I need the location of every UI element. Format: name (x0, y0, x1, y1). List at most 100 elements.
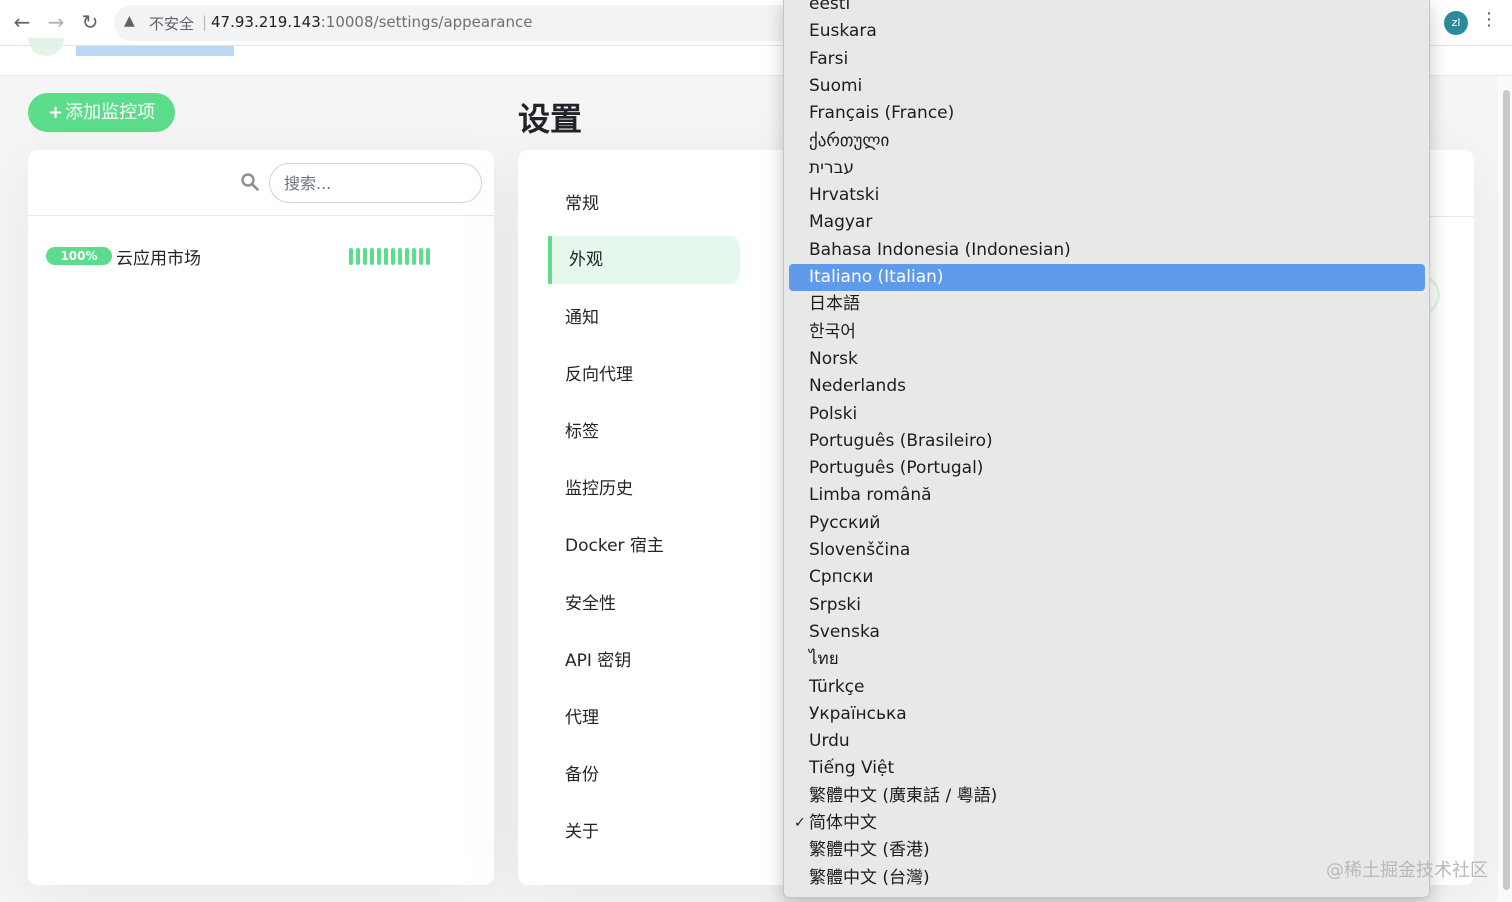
language-option-label: Português (Portugal) (809, 458, 984, 479)
plus-icon: + (48, 102, 64, 123)
language-option-label: Suomi (809, 75, 863, 96)
settings-menu-item[interactable]: 常规 (548, 180, 740, 228)
language-option[interactable]: Norsk (789, 346, 1425, 373)
heartbeat-up (363, 248, 367, 265)
settings-menu-item[interactable]: 外观 (548, 236, 740, 284)
settings-menu-item[interactable]: Docker 宿主 (548, 522, 740, 570)
language-option-label: 繁體中文 (台灣) (809, 867, 930, 888)
language-option[interactable]: Polski (789, 401, 1425, 428)
heartbeat-up (377, 248, 381, 265)
language-option[interactable]: Urdu (789, 728, 1425, 755)
language-option[interactable]: 简体中文 ✓ (789, 810, 1425, 837)
language-option-label: Urdu (809, 731, 850, 752)
search-icon[interactable] (240, 172, 260, 192)
heartbeat-up (384, 248, 388, 265)
add-monitor-label: 添加监控项 (65, 102, 156, 123)
profile-avatar[interactable]: zl (1444, 11, 1468, 35)
language-option-label: 繁體中文 (香港) (809, 840, 930, 861)
language-option-label: Nederlands (809, 376, 906, 397)
language-option[interactable]: Türkçe (789, 674, 1425, 701)
language-option-label: Русский (809, 512, 881, 533)
language-option[interactable]: 繁體中文 (廣東話 / 粵語) (789, 783, 1425, 810)
watermark: @稀土掘金技术社区 (1326, 860, 1488, 881)
language-option[interactable]: 한국어 (789, 319, 1425, 346)
language-option-label: Українська (809, 703, 907, 724)
url-separator: | (202, 13, 208, 31)
heartbeat-up (412, 248, 416, 265)
language-option[interactable]: ქართული (789, 128, 1425, 155)
settings-menu-item[interactable]: 标签 (548, 408, 740, 456)
language-option[interactable]: Suomi (789, 73, 1425, 100)
address-bar[interactable]: ▲ 不安全 | 47.93.219.143:10008/settings/app… (114, 5, 834, 41)
language-option[interactable]: Italiano (Italian) (789, 264, 1425, 291)
monitor-name: 云应用市场 (116, 249, 201, 269)
settings-menu-item[interactable]: 备份 (548, 751, 740, 799)
section-divider (1430, 216, 1474, 217)
heartbeat-up (370, 248, 374, 265)
language-option[interactable]: Українська (789, 701, 1425, 728)
language-option[interactable]: Nederlands (789, 373, 1425, 400)
language-option-label: eesti (809, 0, 851, 14)
language-option[interactable]: Français (France) (789, 100, 1425, 127)
language-option-label: Euskara (809, 21, 877, 42)
language-option-label: ไทย (809, 649, 839, 670)
monitor-list-panel: 100% 云应用市场 (28, 150, 494, 885)
language-option-label: Slovenščina (809, 540, 911, 560)
search-input[interactable] (269, 163, 482, 203)
language-option-label: Tiếng Việt (809, 758, 895, 779)
language-option[interactable]: Farsi (789, 46, 1425, 73)
heartbeat-up (405, 248, 409, 265)
language-option[interactable]: Português (Brasileiro) (789, 428, 1425, 455)
language-option[interactable]: Limba română (789, 482, 1425, 509)
settings-menu-item[interactable]: 监控历史 (548, 465, 740, 513)
language-option-label: Français (France) (809, 103, 955, 124)
language-option-label: Hrvatski (809, 185, 880, 206)
heartbeat-up (391, 248, 395, 265)
language-option[interactable]: עברית (789, 155, 1425, 182)
page-scrollbar-thumb[interactable] (1503, 90, 1510, 890)
settings-menu-item[interactable]: 关于 (548, 808, 740, 856)
back-arrow-icon[interactable]: ← (10, 10, 34, 34)
url-text[interactable]: 47.93.219.143:10008/settings/appearance (211, 13, 532, 31)
language-option-label: 日本語 (809, 294, 860, 315)
settings-menu-item[interactable]: API 密钥 (548, 637, 740, 685)
heartbeat-up (349, 248, 353, 265)
language-option-label: Limba română (809, 485, 932, 506)
language-option-label: Српски (809, 567, 874, 588)
language-option[interactable]: Magyar (789, 209, 1425, 236)
browser-menu-icon[interactable]: ⋮ (1480, 9, 1498, 30)
language-option[interactable]: Svenska (789, 619, 1425, 646)
settings-menu-item[interactable]: 通知 (548, 294, 740, 342)
language-option-label: 한국어 (809, 321, 856, 342)
language-option-label: Türkçe (809, 676, 865, 697)
language-option[interactable]: Euskara (789, 18, 1425, 45)
forward-arrow-icon[interactable]: → (44, 10, 68, 34)
language-option[interactable]: eesti (789, 0, 1425, 18)
reload-icon[interactable]: ↻ (78, 10, 102, 34)
checkmark-icon: ✓ (794, 815, 806, 831)
add-monitor-button[interactable]: + 添加监控项 (28, 93, 175, 132)
app-logo[interactable] (28, 38, 64, 56)
heartbeat-up (419, 248, 423, 265)
language-option[interactable]: Português (Portugal) (789, 455, 1425, 482)
settings-menu-item[interactable]: 反向代理 (548, 351, 740, 399)
language-option-label: Svenska (809, 621, 880, 642)
monitor-list-header (28, 150, 494, 216)
language-option[interactable]: ไทย (789, 646, 1425, 673)
uptime-badge: 100% (46, 247, 112, 265)
language-option[interactable]: Srpski (789, 592, 1425, 619)
language-option[interactable]: Tiếng Việt (789, 755, 1425, 782)
monitor-list-item[interactable]: 100% 云应用市场 (36, 236, 476, 272)
language-option[interactable]: Slovenščina (789, 537, 1425, 564)
language-option[interactable]: 日本語 (789, 291, 1425, 318)
settings-menu-item[interactable]: 安全性 (548, 580, 740, 628)
insecure-label[interactable]: 不安全 (149, 13, 194, 34)
language-option-label: ქართული (809, 130, 890, 151)
warning-icon: ▲ (124, 13, 135, 29)
language-dropdown[interactable]: eesti Euskara Farsi Suomi Français (France) ქ… (783, 0, 1430, 898)
settings-menu-item[interactable]: 代理 (548, 694, 740, 742)
language-option[interactable]: Hrvatski (789, 182, 1425, 209)
language-option[interactable]: Српски (789, 564, 1425, 591)
language-option[interactable]: Bahasa Indonesia (Indonesian) (789, 237, 1425, 264)
language-option[interactable]: Русский (789, 510, 1425, 537)
